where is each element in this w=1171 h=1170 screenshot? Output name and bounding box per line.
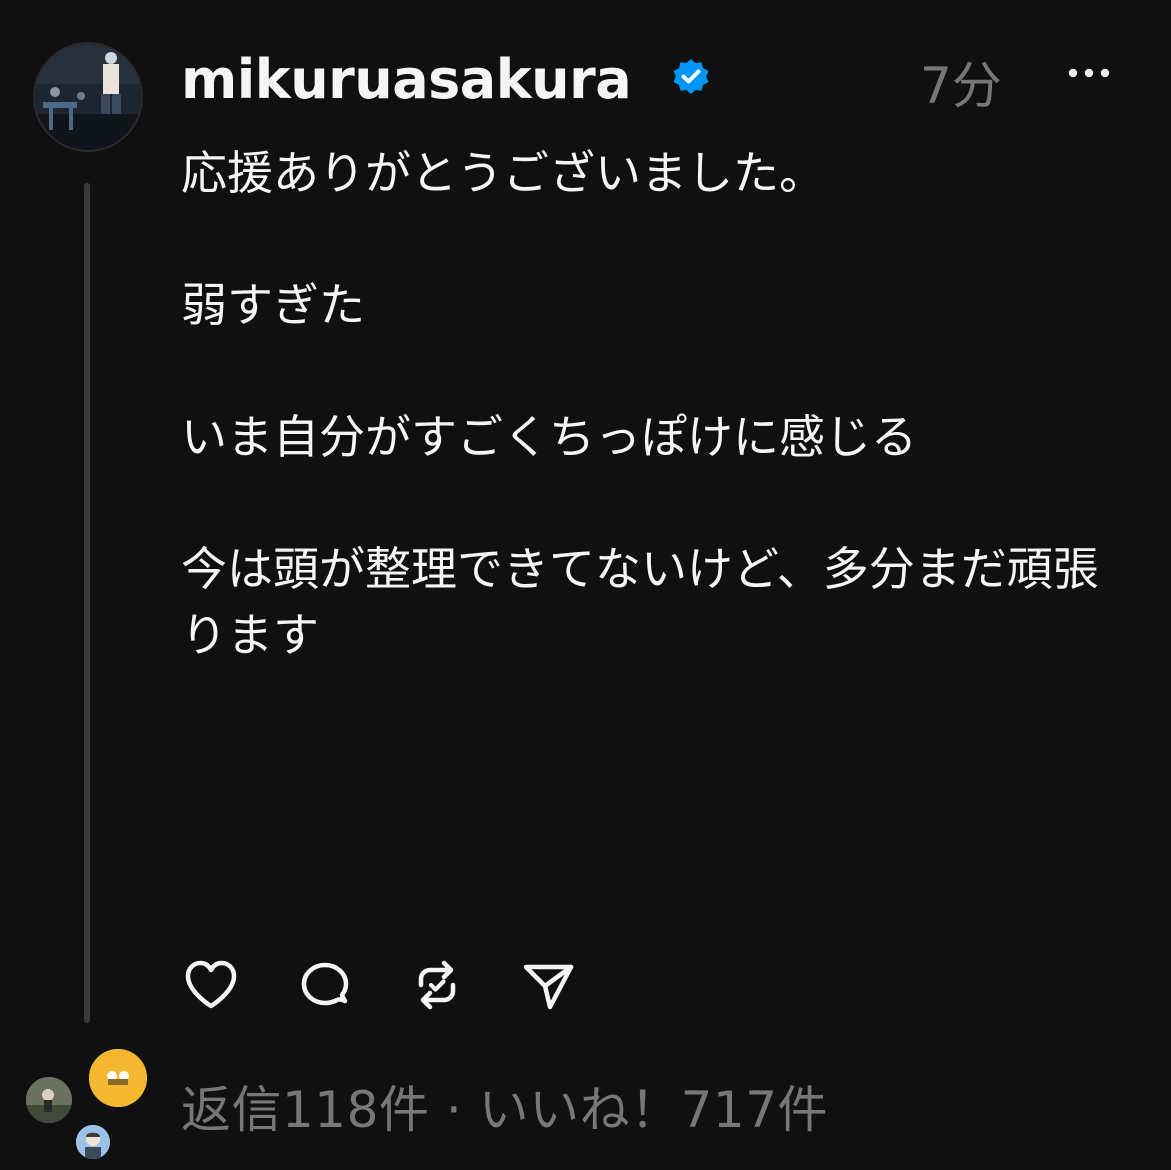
heart-icon[interactable] xyxy=(181,955,241,1015)
username[interactable]: mikuruasakura xyxy=(181,48,632,111)
post-paragraph: 今は頭が整理できてないけど、多分まだ頑張ります xyxy=(181,542,1099,662)
comment-bubble-icon[interactable] xyxy=(295,955,355,1015)
author-avatar[interactable] xyxy=(33,42,143,152)
thread-line xyxy=(84,183,90,1023)
author-avatar-image xyxy=(35,44,141,150)
post-paragraph: 応援ありがとうございました。 xyxy=(181,146,825,200)
verified-badge-icon xyxy=(673,59,709,94)
post-paragraph: 弱すぎた xyxy=(181,278,365,332)
send-icon[interactable] xyxy=(518,955,578,1015)
replier-avatar xyxy=(24,1075,74,1125)
replier-avatar-image xyxy=(76,1125,110,1159)
repost-icon[interactable] xyxy=(407,955,467,1015)
replier-avatar xyxy=(74,1123,112,1161)
post-stats[interactable]: 返信118件 · いいね！717件 xyxy=(181,1070,828,1142)
more-options-icon[interactable] xyxy=(1061,58,1117,88)
post-paragraph: いま自分がすごくちっぽけに感じる xyxy=(181,410,917,464)
post-body: 応援ありがとうございました。 弱すぎた いま自分がすごくちっぽけに感じる 今は頭… xyxy=(181,140,1131,668)
replier-avatar xyxy=(87,1047,149,1109)
post-timestamp: 7分 xyxy=(920,57,1002,115)
replier-avatar-image xyxy=(26,1077,72,1123)
replier-avatar-image xyxy=(89,1049,147,1107)
